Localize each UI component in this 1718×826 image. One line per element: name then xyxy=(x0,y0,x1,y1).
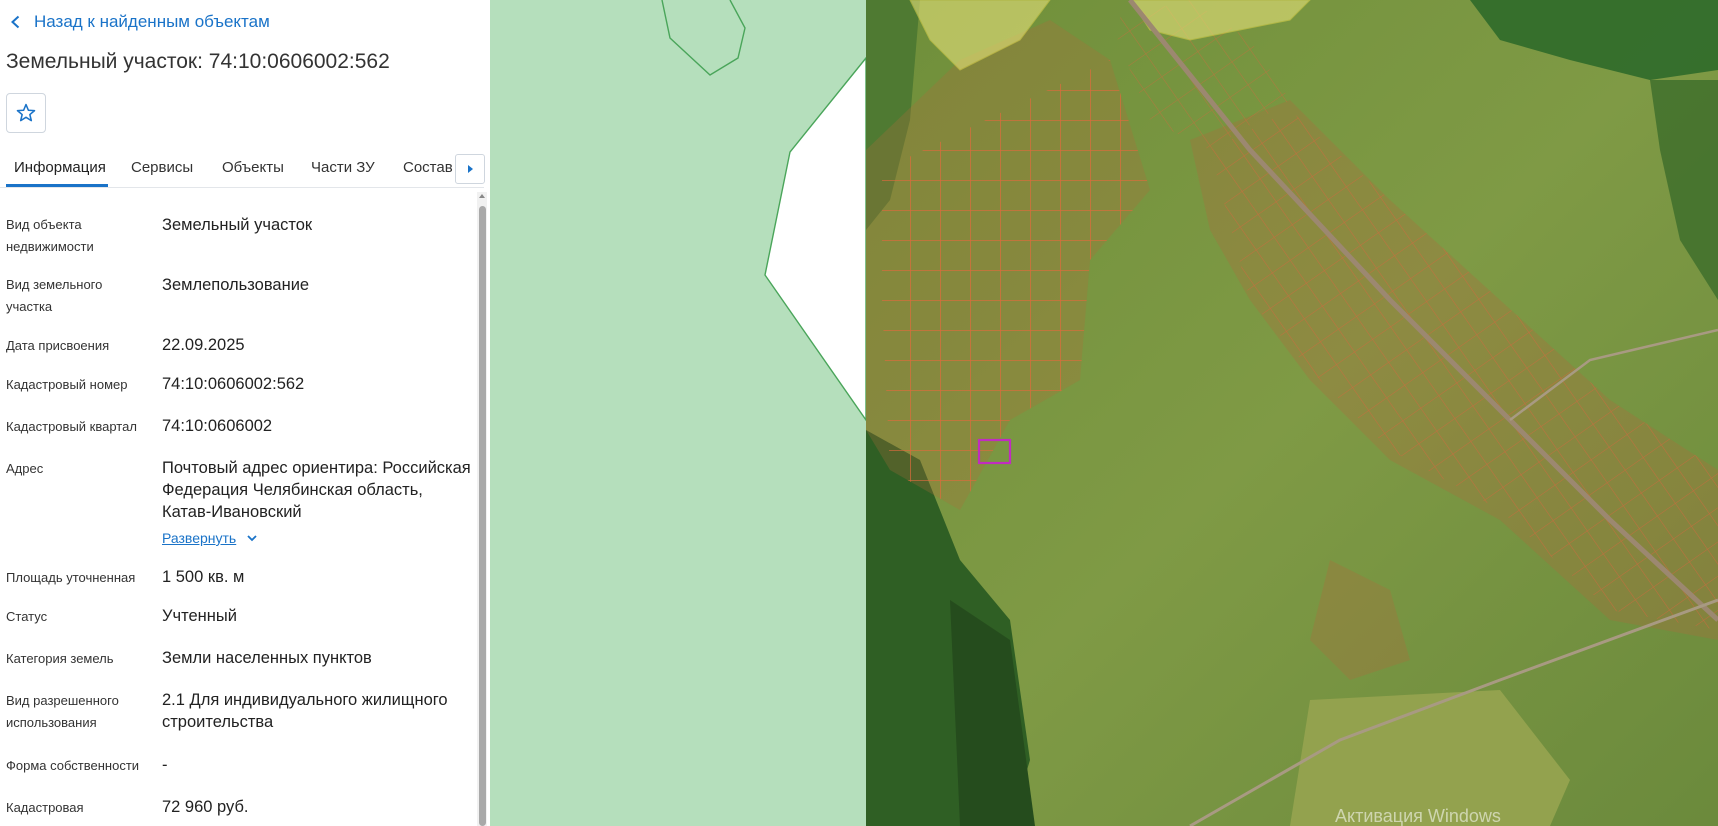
tab-composition[interactable]: Состав xyxy=(403,159,453,176)
scrollbar-thumb[interactable] xyxy=(479,206,486,826)
tabs-next-button[interactable] xyxy=(455,154,485,184)
property-label: Вид земельного участка xyxy=(6,277,103,314)
caret-right-icon xyxy=(468,165,473,173)
property-label: Категория земель xyxy=(6,651,114,666)
page-title: Земельный участок: 74:10:0606002:562 xyxy=(6,50,390,73)
chevron-left-icon xyxy=(11,15,20,29)
tab-services[interactable]: Сервисы xyxy=(131,159,193,176)
property-label: Вид объекта недвижимости xyxy=(6,217,94,254)
expand-label: Развернуть xyxy=(162,530,237,546)
property-label: Площадь уточненная xyxy=(6,570,136,585)
reference-layer-background xyxy=(490,0,866,826)
favorite-button[interactable] xyxy=(6,93,46,133)
property-label: Кадастровый номер xyxy=(6,377,128,392)
chevron-down-icon xyxy=(247,535,257,542)
property-value: - xyxy=(162,756,168,774)
tab-info[interactable]: Информация xyxy=(14,159,106,176)
property-value: 1 500 кв. м xyxy=(162,568,245,586)
tab-bar: Информация Сервисы Объекты Части ЗУ Сост… xyxy=(0,150,484,188)
property-value: Учтенный xyxy=(162,607,237,625)
back-link[interactable]: Назад к найденным объектам xyxy=(8,10,270,34)
property-value: 74:10:0606002 xyxy=(162,417,273,435)
expand-address-link[interactable]: Развернуть xyxy=(162,530,258,546)
tab-parts[interactable]: Части ЗУ xyxy=(311,159,375,176)
property-value: Почтовый адрес ориентира: Российская Фед… xyxy=(162,459,471,521)
property-label: Форма собственности xyxy=(6,758,140,773)
star-icon xyxy=(16,103,36,122)
property-value: 22.09.2025 xyxy=(162,336,245,354)
property-value: 74:10:0606002:562 xyxy=(162,375,305,393)
property-label: Адрес xyxy=(6,461,44,476)
property-value: Землепользование xyxy=(162,276,310,294)
info-panel: Назад к найденным объектам Земельный уча… xyxy=(0,0,490,826)
property-label: Кадастровый квартал xyxy=(6,419,137,434)
active-tab-indicator xyxy=(6,184,108,187)
property-value: Земли населенных пунктов xyxy=(162,649,372,667)
property-value: Земельный участок xyxy=(162,216,313,234)
property-label: Дата присвоения xyxy=(6,338,110,353)
scroll-up-arrow-icon[interactable] xyxy=(478,192,486,200)
property-value: 2.1 Для индивидуального жилищного строит… xyxy=(162,691,448,731)
property-value: 72 960 руб. xyxy=(162,798,249,816)
property-label: Вид разрешенного использования xyxy=(6,693,119,730)
back-link-label: Назад к найденным объектам xyxy=(34,12,270,31)
map-canvas[interactable] xyxy=(490,0,1718,826)
map-view[interactable]: Активация Windows xyxy=(490,0,1718,826)
property-label: Кадастровая xyxy=(6,800,84,815)
tab-objects[interactable]: Объекты xyxy=(222,159,284,176)
property-label: Статус xyxy=(6,609,48,624)
windows-activation-watermark: Активация Windows xyxy=(1335,806,1501,826)
